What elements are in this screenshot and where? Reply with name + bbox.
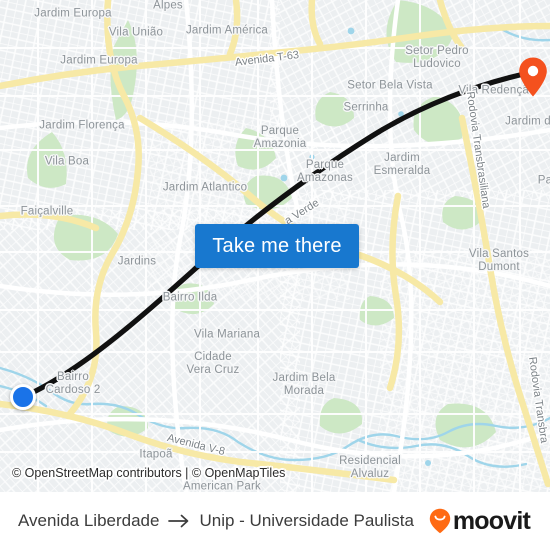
map-pin-icon <box>519 57 547 97</box>
map-canvas[interactable]: Jardim Europa Alpes Vila União Jardim Améri… <box>0 0 550 492</box>
moovit-wordmark: moovit <box>452 506 531 535</box>
trip-footer: Avenida Liberdade Unip - Universidade Pa… <box>0 492 550 550</box>
arrow-right-glyph <box>168 514 189 528</box>
take-me-there-button[interactable]: Take me there <box>195 224 359 268</box>
trip-summary: Avenida Liberdade Unip - Universidade Pa… <box>18 511 429 531</box>
destination-marker[interactable] <box>518 56 548 98</box>
origin-marker[interactable] <box>10 384 36 410</box>
map-attribution[interactable]: © OpenStreetMap contributors | © OpenMap… <box>12 466 285 480</box>
trip-destination-label: Unip - Universidade Paulista <box>199 511 414 530</box>
moovit-pin-icon <box>429 508 451 534</box>
arrow-right-icon <box>168 514 190 528</box>
moovit-trip-card: Jardim Europa Alpes Vila União Jardim Améri… <box>0 0 550 550</box>
moovit-logo[interactable]: moovit <box>429 506 531 535</box>
trip-origin-label: Avenida Liberdade <box>18 511 160 530</box>
